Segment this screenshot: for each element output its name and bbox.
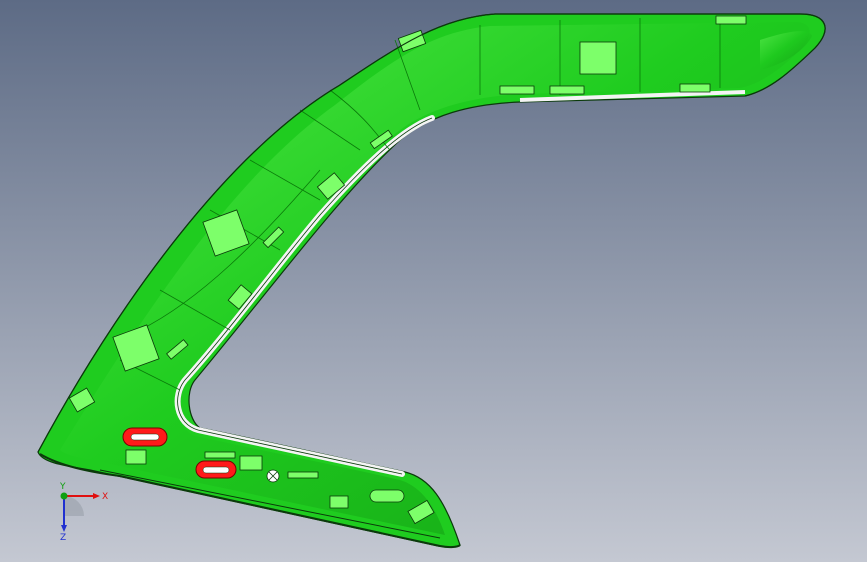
y-axis-label: Y: [59, 482, 66, 492]
triad-plane: [64, 496, 84, 516]
cad-viewport[interactable]: X Y Z: [0, 0, 867, 562]
x-axis-label: X: [102, 492, 108, 502]
screw-boss: [266, 469, 280, 483]
orientation-triad: X Y Z: [59, 482, 108, 543]
x-arrow-icon: [93, 493, 100, 499]
z-arrow-icon: [61, 525, 67, 532]
z-axis-label: Z: [60, 533, 66, 543]
y-axis-dot-icon: [60, 492, 68, 500]
part-top-surface: [60, 22, 810, 535]
boomerang-trim-part[interactable]: [0, 0, 867, 562]
